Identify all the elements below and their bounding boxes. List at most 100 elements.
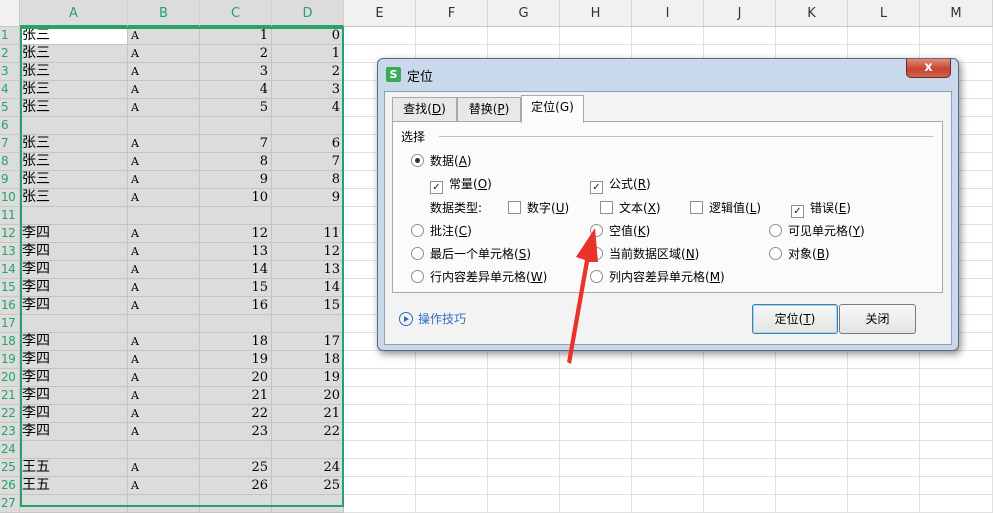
cell[interactable] [776,495,848,513]
cell[interactable]: 7 [272,153,344,171]
cell[interactable] [272,441,344,459]
checkbox-logical[interactable]: 逻辑值(L) [690,200,761,216]
cell[interactable]: 22 [272,423,344,441]
cell[interactable]: 李四 [20,369,128,387]
cell[interactable]: 0 [272,27,344,45]
cell[interactable]: 20 [272,387,344,405]
cell[interactable]: A [128,351,200,369]
cell[interactable]: 20 [200,369,272,387]
cell[interactable] [848,459,920,477]
column-header-d[interactable]: D [272,0,344,27]
cell[interactable] [416,441,488,459]
cell[interactable] [632,27,704,45]
radio-visible-cells[interactable]: 可见单元格(Y) [769,223,865,239]
cell[interactable] [344,351,416,369]
column-header-a[interactable]: A [20,0,128,27]
row-header[interactable]: 22 [0,405,20,423]
cell[interactable] [560,495,632,513]
cell[interactable] [776,477,848,495]
cell[interactable] [488,387,560,405]
row-header[interactable]: 19 [0,351,20,369]
cell[interactable] [704,351,776,369]
cell[interactable] [704,459,776,477]
cell[interactable]: 12 [272,243,344,261]
row-header[interactable]: 3 [0,63,20,81]
cell[interactable]: 25 [200,459,272,477]
row-header[interactable]: 13 [0,243,20,261]
cell[interactable] [632,387,704,405]
cell[interactable]: 张三 [20,63,128,81]
row-header[interactable]: 15 [0,279,20,297]
row-header[interactable]: 17 [0,315,20,333]
cell[interactable] [272,117,344,135]
row-header[interactable]: 21 [0,387,20,405]
cell[interactable] [488,441,560,459]
column-header-c[interactable]: C [200,0,272,27]
row-header[interactable]: 16 [0,297,20,315]
cell[interactable]: 李四 [20,279,128,297]
cell[interactable]: 李四 [20,261,128,279]
cell[interactable] [704,405,776,423]
cell[interactable]: 5 [200,99,272,117]
cell[interactable] [128,495,200,513]
cell[interactable] [344,441,416,459]
cell[interactable] [20,117,128,135]
cell[interactable] [848,369,920,387]
cell[interactable] [128,315,200,333]
cell[interactable] [560,423,632,441]
cell[interactable] [488,351,560,369]
radio-column-differences[interactable]: 列内容差异单元格(M) [590,269,725,285]
cell[interactable]: A [128,423,200,441]
cell[interactable]: A [128,27,200,45]
cell[interactable] [704,495,776,513]
cell[interactable] [560,477,632,495]
cell[interactable]: A [128,99,200,117]
cell[interactable]: 6 [272,135,344,153]
cell[interactable]: 王五 [20,477,128,495]
cell[interactable]: A [128,243,200,261]
cell[interactable] [920,423,993,441]
row-header[interactable]: 24 [0,441,20,459]
cell[interactable] [632,405,704,423]
cell[interactable] [488,459,560,477]
cell[interactable]: A [128,171,200,189]
cell[interactable] [632,459,704,477]
radio-comment[interactable]: 批注(C) [411,223,472,239]
checkbox-constant[interactable]: ✓ 常量(O) [430,176,492,194]
row-header[interactable]: 23 [0,423,20,441]
cell[interactable]: 13 [200,243,272,261]
cell[interactable] [128,441,200,459]
cell[interactable]: 14 [200,261,272,279]
cell[interactable]: 4 [272,99,344,117]
cell[interactable] [776,369,848,387]
cell[interactable] [920,27,993,45]
cell[interactable]: A [128,405,200,423]
cell[interactable] [560,441,632,459]
cell[interactable]: 25 [272,477,344,495]
cell[interactable] [416,387,488,405]
cell[interactable] [344,477,416,495]
cell[interactable]: 李四 [20,225,128,243]
cell[interactable] [200,495,272,513]
cell[interactable] [20,207,128,225]
cell[interactable] [776,423,848,441]
goto-button[interactable]: 定位(T) [752,304,838,334]
cell[interactable]: 张三 [20,153,128,171]
cell[interactable] [272,495,344,513]
tab-find[interactable]: 查找(D) [392,97,457,121]
cell[interactable]: 李四 [20,405,128,423]
cell[interactable]: 2 [272,63,344,81]
cell[interactable] [560,459,632,477]
cell[interactable] [776,441,848,459]
cell[interactable]: 张三 [20,171,128,189]
cell[interactable]: 李四 [20,387,128,405]
cell[interactable]: 15 [272,297,344,315]
cell[interactable]: 3 [272,81,344,99]
cell[interactable]: 18 [272,351,344,369]
row-header[interactable]: 12 [0,225,20,243]
cell[interactable]: 1 [272,45,344,63]
cell[interactable] [920,369,993,387]
cell[interactable]: 21 [200,387,272,405]
cell[interactable] [632,423,704,441]
cell[interactable] [200,315,272,333]
